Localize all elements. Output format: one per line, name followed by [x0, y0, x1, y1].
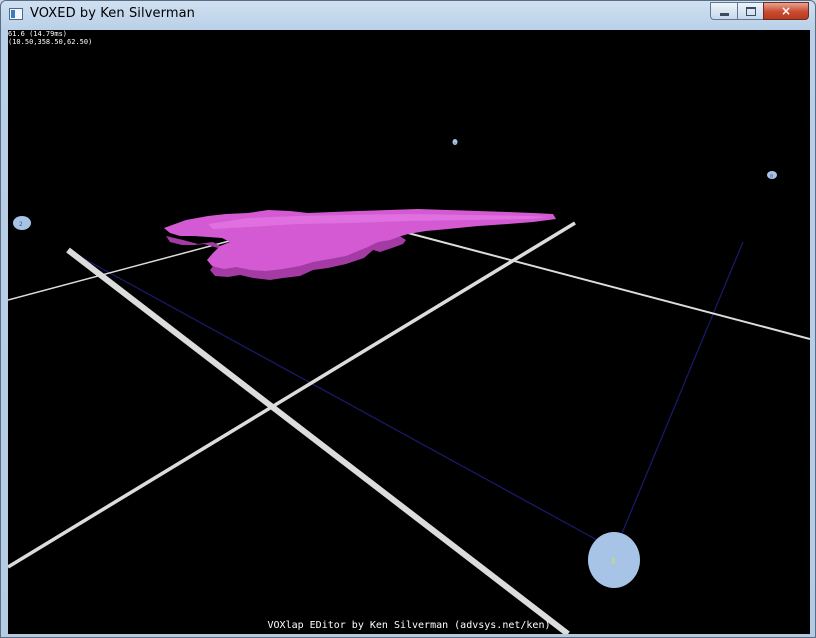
- guide-line-b: [619, 241, 744, 539]
- marker-0-label: 0: [770, 174, 773, 180]
- marker-0[interactable]: 0: [767, 171, 777, 180]
- grid-lines: [8, 221, 810, 634]
- window-title: VOXED by Ken Silverman: [30, 6, 196, 21]
- close-icon: ×: [780, 4, 792, 18]
- scene-canvas[interactable]: 0 1 2 3: [8, 30, 810, 634]
- maximize-icon: [745, 6, 756, 16]
- marker-3[interactable]: 3: [588, 532, 640, 588]
- maximize-button[interactable]: [737, 2, 763, 20]
- footer-credit: VOXlap EDitor by Ken Silverman (advsys.n…: [267, 620, 551, 631]
- markers: 0 1 2 3: [13, 139, 777, 588]
- 3d-viewport[interactable]: 0 1 2 3 61.6 (14.79ms) (10.50,358.50,62.…: [8, 30, 810, 634]
- guide-lines: [67, 241, 744, 547]
- marker-1-label: 1: [454, 141, 456, 145]
- minimize-button[interactable]: [710, 2, 737, 20]
- hud-overlay: 61.6 (14.79ms) (10.50,358.50,62.50): [8, 30, 92, 46]
- window-controls: ×: [710, 2, 809, 21]
- grid-line-4: [66, 247, 570, 634]
- minimize-icon: [719, 12, 729, 16]
- title-bar[interactable]: VOXED by Ken Silverman ×: [1, 1, 815, 29]
- marker-2-label: 2: [19, 221, 23, 228]
- app-window-icon[interactable]: [9, 8, 23, 20]
- marker-3-label: 3: [611, 557, 615, 565]
- guide-line-a: [67, 249, 609, 547]
- marker-1[interactable]: 1: [452, 139, 458, 145]
- fps-readout: 61.6 (14.79ms): [8, 30, 68, 38]
- marker-2[interactable]: 2: [13, 216, 31, 230]
- close-button[interactable]: ×: [763, 2, 809, 20]
- voxed-window: VOXED by Ken Silverman × 0 1 2 3 61.6 (1…: [0, 0, 816, 638]
- coordinate-readout: (10.50,358.50,62.50): [8, 38, 93, 46]
